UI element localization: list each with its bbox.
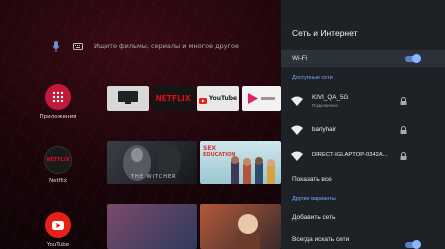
youtube-video-tile-2[interactable] [200,204,281,249]
network-name: KIVI_QA_5G [312,94,349,101]
wifi-toggle-row[interactable]: Wi-Fi [281,50,445,67]
network-item[interactable]: barlyhair [281,121,445,139]
show-all-label: Показать все [292,176,332,183]
other-options-header: Другие варианты [292,196,336,202]
play-movies-tile[interactable] [242,86,281,111]
network-name: DIRECT-IGLAPTOP-0342A... [312,152,388,158]
cast-art [231,156,275,184]
tile-text-placeholder [261,97,275,100]
keyboard-icon[interactable] [72,40,84,52]
add-network-label: Добавить сеть [292,214,336,221]
network-status: Подключено [312,103,339,108]
wifi-signal-icon [291,96,303,106]
youtube-tile[interactable]: YouTube [197,86,239,111]
app-label: Netflix [49,178,67,184]
show-all-networks-item[interactable]: Показать все [281,172,445,188]
lock-icon [400,97,407,105]
play-store-icon [248,89,258,108]
search-bar[interactable]: Ищите фильмы, сериалы и многое другое [50,38,280,54]
network-settings-panel: Сеть и Интернет Wi-Fi Доступные сети KIV… [281,0,445,249]
witcher-title: THE WITCHER [131,174,177,180]
youtube-logo-icon[interactable] [45,212,71,238]
netflix-app[interactable]: NETFLIX Netflix [36,146,80,184]
the-witcher-tile[interactable]: THE WITCHER [107,141,197,184]
netflix-logo-text: NETFLIX [46,157,70,163]
toggle-knob [412,240,421,249]
wifi-signal-icon [291,125,303,135]
network-item[interactable]: KIVI_QA_5G Подключено [281,90,445,112]
lock-icon [400,152,407,160]
lock-icon [400,126,407,134]
tv-icon [118,89,138,108]
app-label: Приложения [39,114,77,120]
apps-grid-icon[interactable] [45,84,71,110]
panel-title: Сеть и Интернет [292,28,358,38]
app-label: YouTube [46,242,70,248]
tv-input-tile[interactable] [107,86,149,111]
wifi-signal-icon [291,151,303,161]
youtube-video-tile-1[interactable] [107,204,197,249]
network-item[interactable]: DIRECT-IGLAPTOP-0342A... [281,147,445,165]
toggle-knob [412,54,421,63]
youtube-tile-label: YouTube [208,95,238,102]
netflix-logo-icon[interactable]: NETFLIX [44,146,72,174]
network-name: barlyhair [312,126,337,133]
netflix-tile-label: NETFLIX [155,94,191,103]
always-scan-item[interactable]: Всегда искать сети [281,232,445,249]
available-networks-header: Доступные сети [292,75,333,81]
netflix-tile[interactable]: NETFLIX [152,86,194,111]
wifi-label: Wi-Fi [292,55,308,62]
youtube-app[interactable]: YouTube [36,212,80,248]
microphone-icon[interactable] [50,40,62,52]
add-network-item[interactable]: Добавить сеть [281,210,445,226]
sex-education-tile[interactable]: SEX EDUCATION [200,141,281,184]
apps-launcher[interactable]: Приложения [36,84,80,120]
video-thumbnail-art [236,214,260,249]
youtube-small-icon [198,89,207,108]
search-placeholder[interactable]: Ищите фильмы, сериалы и многое другое [94,42,239,50]
always-scan-label: Всегда искать сети [292,236,350,243]
